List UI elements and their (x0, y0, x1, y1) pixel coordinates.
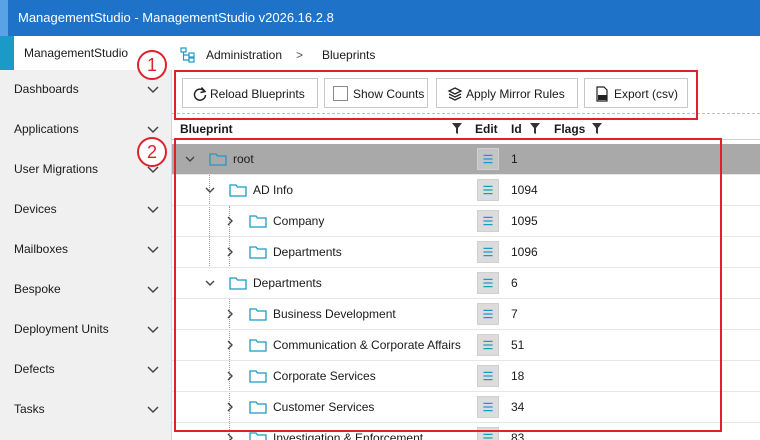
sidebar-item-mailboxes[interactable]: Mailboxes (0, 230, 172, 270)
folder-icon (249, 432, 267, 440)
filter-icon[interactable] (452, 123, 462, 134)
filter-icon[interactable] (592, 123, 602, 134)
callout-box-tree (174, 138, 722, 432)
breadcrumb-separator: > (296, 48, 304, 62)
sidebar-header-label: ManagementStudio (24, 46, 129, 60)
app-icon (0, 0, 8, 36)
sidebar-item-label: Bespoke (14, 282, 61, 296)
window-title: ManagementStudio - ManagementStudio v202… (18, 10, 334, 25)
callout-badge-2: 2 (137, 137, 167, 167)
callout-badge-1: 1 (137, 50, 167, 80)
sidebar-item-label: Defects (14, 362, 55, 376)
chevron-down-icon[interactable] (146, 122, 160, 136)
breadcrumb-administration[interactable]: Administration (206, 48, 282, 62)
breadcrumb: Administration > Blueprints (172, 36, 760, 74)
title-bar: ManagementStudio - ManagementStudio v202… (0, 0, 760, 36)
sidebar-item-tasks[interactable]: Tasks (0, 390, 172, 430)
callout-box-toolbar (174, 70, 698, 120)
sidebar-item-defects[interactable]: Defects (0, 350, 172, 390)
column-header-id[interactable]: Id (511, 122, 522, 136)
sidebar-item-label: Mailboxes (14, 242, 69, 256)
sidebar-accent (0, 36, 14, 70)
sidebar-item-label: Deployment Units (14, 322, 109, 336)
sidebar-item-deployment-units[interactable]: Deployment Units (0, 310, 172, 350)
sidebar-item-devices[interactable]: Devices (0, 190, 172, 230)
column-header-flags[interactable]: Flags (554, 122, 585, 136)
hierarchy-icon (180, 47, 195, 63)
sidebar-item-label: Devices (14, 202, 57, 216)
chevron-down-icon[interactable] (146, 322, 160, 336)
chevron-down-icon[interactable] (146, 242, 160, 256)
sidebar-item-label: Tasks (14, 402, 45, 416)
breadcrumb-blueprints: Blueprints (322, 48, 376, 62)
column-header-blueprint[interactable]: Blueprint (180, 122, 233, 136)
blueprint-name: Investigation & Enforcement (273, 431, 424, 440)
chevron-down-icon[interactable] (146, 82, 160, 96)
chevron-down-icon[interactable] (146, 282, 160, 296)
column-header-edit[interactable]: Edit (475, 122, 498, 136)
sidebar-item-label: User Migrations (14, 162, 99, 176)
chevron-down-icon[interactable] (146, 402, 160, 416)
chevron-right-icon[interactable] (224, 432, 236, 440)
filter-icon[interactable] (530, 123, 540, 134)
sidebar-item-label: Applications (14, 122, 79, 136)
grid-header: Blueprint Edit Id Flags (172, 118, 760, 140)
blueprint-id: 83 (511, 431, 525, 440)
sidebar: ManagementStudio Dashboards Applications U… (0, 36, 172, 440)
chevron-down-icon[interactable] (146, 202, 160, 216)
sidebar-item-bespoke[interactable]: Bespoke (0, 270, 172, 310)
sidebar-item-label: Dashboards (14, 82, 79, 96)
chevron-down-icon[interactable] (146, 362, 160, 376)
